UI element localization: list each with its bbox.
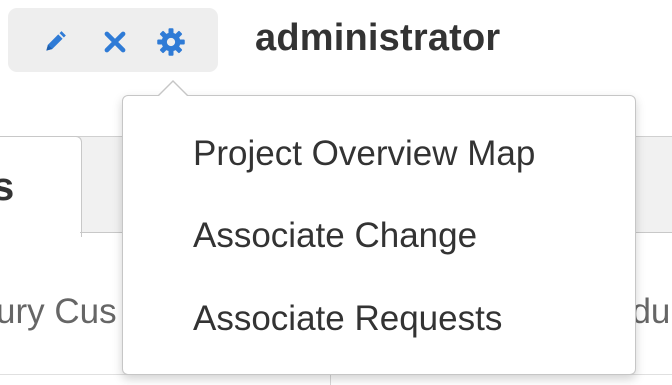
menu-item-associate-change[interactable]: Associate Change xyxy=(193,216,477,256)
close-icon[interactable] xyxy=(102,29,128,55)
action-toolbar xyxy=(8,8,218,72)
gear-icon[interactable] xyxy=(156,27,186,57)
menu-item-project-overview-map[interactable]: Project Overview Map xyxy=(193,134,535,174)
divider xyxy=(330,374,331,385)
dropdown-caret xyxy=(158,82,188,97)
settings-dropdown-menu: Project Overview Map Associate Change As… xyxy=(122,95,636,375)
pencil-icon[interactable] xyxy=(42,29,68,55)
active-tab-label: s xyxy=(0,165,15,209)
background-text-left: ury Cus xyxy=(0,292,117,331)
menu-item-associate-requests[interactable]: Associate Requests xyxy=(193,299,502,339)
username-label: administrator xyxy=(255,17,501,59)
